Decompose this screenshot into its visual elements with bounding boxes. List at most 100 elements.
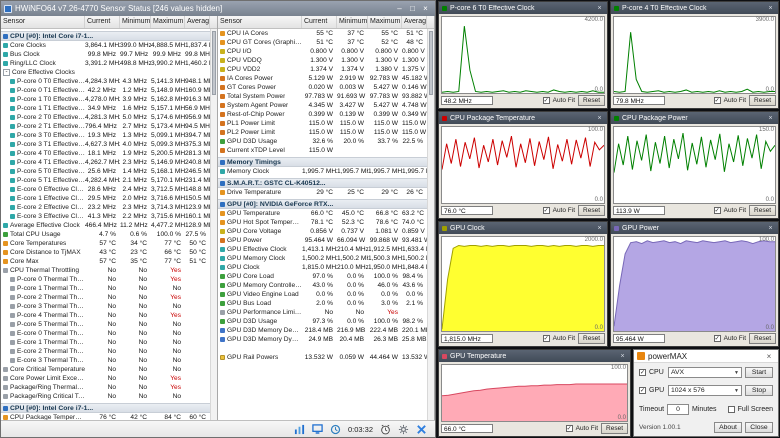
stop-button[interactable]: Stop [745, 385, 773, 397]
sensor-row[interactable]: P-core 3 T1 Effective Clock4,627.3 MHz4.… [1, 140, 210, 149]
cpu-mode-select[interactable]: AVX ▼ [668, 367, 742, 378]
sensor-row[interactable]: E-core 0 Thermal Throttling No No No [1, 329, 210, 338]
gpu-test-checkbox[interactable] [639, 387, 646, 395]
sensor-row[interactable]: E-core 3 Thermal Throttling No No No [1, 356, 210, 365]
sensor-row[interactable]: P-core 2 Thermal Throttling No No Yes [1, 293, 210, 302]
cpu-test-checkbox[interactable] [639, 369, 646, 376]
section-header-row[interactable]: CPU [#0]: Intel Core i7-1... [1, 403, 210, 413]
sensor-row[interactable]: Package/Ring Thermal Throttling No No Yes [1, 383, 210, 392]
column-header-minimum[interactable]: Minimum [120, 16, 151, 28]
auto-fit-checkbox[interactable] [542, 207, 550, 214]
gpu-resolution-select[interactable]: 1024 x 576 ▼ [668, 385, 742, 397]
sensor-row[interactable]: P-core 0 T0 Effective Clock4,284.3 MHz4.… [1, 77, 210, 86]
sensor-row[interactable]: GPU Memory Controller Load 43.0 % 0.0 % 46.… [218, 281, 427, 290]
reset-button[interactable]: Reset [578, 333, 605, 344]
sensor-row[interactable]: GPU Core Voltage 0.856 V 0.737 V 1.081 V 0.8… [218, 227, 427, 236]
sensor-row[interactable]: P-core 2 T0 Effective Clock4,281.3 MHz5.… [1, 113, 210, 122]
sensor-row[interactable]: CPU VDDQ 1.300 V 1.300 V 1.300 V 1.300 V [218, 56, 427, 65]
sensor-row[interactable]: CPU Package Temperature 76 °C 42 °C 84 °C 60… [1, 413, 210, 420]
sensor-row[interactable]: PL2 Power Limit 115.0 W 115.0 W 115.0 W 115.… [218, 128, 427, 137]
maximize-icon[interactable]: □ [406, 2, 419, 15]
sensor-row[interactable]: Total CPU Usage 4.7 % 0.6 % 100.0 % 27.5 % [1, 230, 210, 239]
close-icon[interactable]: × [766, 115, 775, 122]
scrollbar-thumb[interactable] [212, 31, 216, 95]
sensor-row[interactable]: P-core 1 T1 Effective Clock34.9 MHz 1.6 M… [1, 104, 210, 113]
sensor-row[interactable]: GPU Temperature 66.0 °C 45.0 °C 66.8 °C 63.2… [218, 209, 427, 218]
scrollbar[interactable] [210, 29, 217, 420]
sensor-row[interactable]: CPU I/O 0.800 V 0.800 V 0.800 V 0.800 V [218, 47, 427, 56]
sensor-row[interactable]: E-core 1 Thermal Throttling No No No [1, 338, 210, 347]
sensor-row[interactable]: GT Cores Power 0.020 W 0.003 W 5.427 W 0.146… [218, 83, 427, 92]
sensor-row[interactable]: E-core 2 Thermal Throttling No No No [1, 347, 210, 356]
sensor-row[interactable]: E-core 0 Effective Clock 28.6 MHz 2.4 MHz 3… [1, 185, 210, 194]
auto-fit-checkbox[interactable] [713, 97, 721, 104]
sensor-row[interactable]: GPU D3D Usage 32.6 % 20.0 % 33.7 % 22.5 % [218, 137, 427, 146]
sensor-row[interactable]: Bus Clock 99.8 MHz 99.7 MHz 99.9 MHz 99.8 MH… [1, 50, 210, 59]
section-header-row[interactable]: CPU [#0]: Intel Core i7-1... [1, 31, 210, 41]
auto-fit-checkbox[interactable] [713, 207, 721, 214]
scrollbar[interactable] [427, 29, 434, 420]
auto-fit-checkbox[interactable] [542, 97, 550, 104]
close-icon[interactable]: × [766, 225, 775, 232]
sensor-row[interactable]: P-core 0 Thermal Throttling No No Yes [1, 275, 210, 284]
sensor-row[interactable]: GPU Clock 1,815.0 MHz 210.0 MHz 1,950.0 MHz… [218, 263, 427, 272]
sensor-row[interactable]: P-core 5 Thermal Throttling No No No [1, 320, 210, 329]
sensor-row[interactable]: P-core 3 Thermal Throttling No No No [1, 302, 210, 311]
sensor-row[interactable]: GPU Video Engine Load 0.0 % 0.0 % 0.0 % 0.0 … [218, 290, 427, 299]
section-header-row[interactable]: S.M.A.R.T.: GSTC CL-K40512... [218, 178, 427, 188]
sensor-row[interactable]: GPU Memory Clock1,500.2 MHz1,500.2 MHz1,… [218, 254, 427, 263]
sensor-row[interactable]: Core Critical Temperature No No No [1, 365, 210, 374]
sensor-row[interactable]: GPU Hot Spot Temperature 78.1 °C 52.3 °C 78… [218, 218, 427, 227]
sensor-row[interactable]: P-core 3 T0 Effective Clock19.3 MHz 1.3 M… [1, 131, 210, 140]
reset-button[interactable]: Reset [601, 423, 628, 434]
close-icon[interactable]: × [595, 5, 604, 12]
reset-button[interactable]: Reset [578, 95, 605, 106]
group-row[interactable]: - Core Effective Clocks [1, 68, 210, 77]
column-header-sensor[interactable]: Sensor [1, 16, 85, 28]
sensor-row[interactable]: Core Clocks 3,864.1 MHz 399.0 MHz 4,888.5 M… [1, 41, 210, 50]
graph-titlebar[interactable]: CPU Package Temperature × [439, 112, 607, 124]
timeout-input[interactable]: 0 [667, 403, 690, 415]
clock-icon[interactable] [380, 424, 391, 435]
sensor-row[interactable]: System Agent Power 4.345 W 3.427 W 5.427 W 4… [218, 101, 427, 110]
column-header-maximum[interactable]: Maximum [368, 16, 402, 28]
sensor-row[interactable]: CPU IA Cores 55 °C 37 °C 55 °C 51 °C [218, 29, 427, 38]
sensor-row[interactable]: P-core 4 T1 Effective Clock4,262.7 MHz2.… [1, 158, 210, 167]
hwinfo-titlebar[interactable]: HWiNFO64 v7.26-4770 Sensor Status [246 v… [1, 1, 435, 16]
sensor-row[interactable]: GPU D3D Memory Dynamic 24.9 MB 20.4 MB 26.3… [218, 335, 427, 344]
auto-fit-checkbox[interactable] [565, 425, 573, 432]
close-icon[interactable]: × [618, 353, 627, 360]
sensor-row[interactable]: GPU Effective Clock 1,413.1 MHz 210.4 MHz 1… [218, 245, 427, 254]
close-button[interactable]: Close [745, 421, 773, 433]
sensor-row[interactable]: GPU Power 95.464 W 66.094 W 99.868 W 93.481 … [218, 236, 427, 245]
start-button[interactable]: Start [745, 367, 773, 378]
auto-fit-checkbox[interactable] [713, 335, 721, 342]
reset-button[interactable]: Reset [578, 205, 605, 216]
sensor-row[interactable]: Core Power Limit Exceeded No No Yes [1, 374, 210, 383]
column-header-current[interactable]: Current [302, 16, 337, 28]
sensor-row[interactable]: E-core 1 Effective Clock 29.5 MHz 2.0 MHz 3… [1, 194, 210, 203]
sensor-row[interactable]: Package/Ring Critical Temperature No No No [1, 392, 210, 401]
column-header-current[interactable]: Current [85, 16, 120, 28]
sensor-row[interactable]: GPU D3D Memory Dedicated218.4 MB 216.9 MB… [218, 326, 427, 335]
section-header-row[interactable]: Memory Timings [218, 157, 427, 167]
close-icon[interactable]: × [595, 225, 604, 232]
reset-button[interactable]: Reset [749, 95, 776, 106]
scrollbar-thumb[interactable] [429, 31, 433, 95]
sensor-row[interactable]: GPU Core Load 97.0 % 0.0 % 100.0 % 98.4 % [218, 272, 427, 281]
column-header-sensor[interactable]: Sensor [218, 16, 302, 28]
column-headers-right[interactable]: Sensor Current Minimum Maximum Average [218, 16, 434, 29]
sensor-row[interactable]: Total System Power 97.783 W 91.693 W 97.783… [218, 92, 427, 101]
sensor-row[interactable]: CPU GT Cores (Graphics) 51 °C 37 °C 52 °C 48… [218, 38, 427, 47]
sensor-row[interactable]: GPU Performance Limiters No No Yes [218, 308, 427, 317]
close-icon[interactable]: × [766, 5, 775, 12]
settings-gear-icon[interactable] [398, 424, 409, 435]
sensor-row[interactable]: Core Max 57 °C 35 °C 77 °C 51 °C [1, 257, 210, 266]
sensor-row[interactable]: CPU Thermal Throttling No No Yes [1, 266, 210, 275]
sensor-row[interactable]: Core Distance to TjMAX 43 °C 23 °C 66 °C 50 … [1, 248, 210, 257]
sensor-row[interactable]: GPU Rail Powers 13.532 W 0.059 W 44.464 W 13… [218, 353, 427, 362]
graph-titlebar[interactable]: P-core 4 T0 Effective Clock × [611, 2, 778, 14]
sensor-row[interactable]: P-core 0 T1 Effective Clock42.2 MHz 1.2 M… [1, 86, 210, 95]
close-icon[interactable]: × [595, 115, 604, 122]
column-header-average[interactable]: Average [402, 16, 427, 28]
